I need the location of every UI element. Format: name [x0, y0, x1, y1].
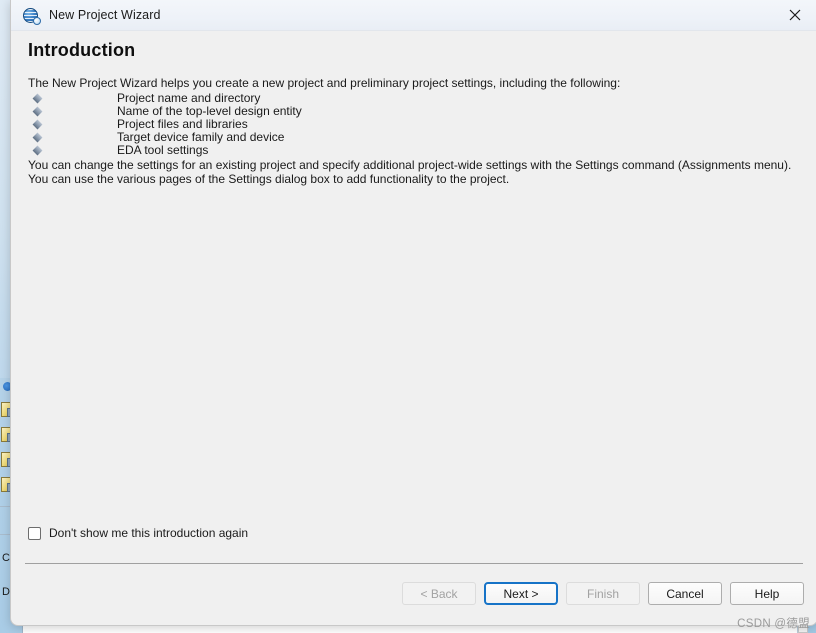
- diamond-bullet-icon: [32, 145, 43, 156]
- diamond-bullet-icon: [32, 106, 43, 117]
- dialog-titlebar[interactable]: New Project Wizard: [11, 0, 816, 31]
- dialog-title: New Project Wizard: [49, 8, 161, 22]
- list-item: Name of the top-level design entity: [28, 105, 528, 118]
- diamond-bullet-icon: [32, 132, 43, 143]
- close-icon[interactable]: [772, 0, 816, 30]
- intro-paragraph: The New Project Wizard helps you create …: [28, 76, 621, 90]
- dont-show-again-checkbox[interactable]: [28, 526, 41, 540]
- dont-show-again-row[interactable]: Don't show me this introduction again: [28, 526, 248, 540]
- quartus-globe-icon: [23, 7, 41, 25]
- list-item: Target device family and device: [28, 131, 528, 144]
- help-button[interactable]: Help: [730, 582, 804, 605]
- settings-paragraph: You can change the settings for an exist…: [28, 158, 792, 186]
- list-item-label: EDA tool settings: [117, 143, 209, 157]
- diamond-bullet-icon: [32, 119, 43, 130]
- cancel-button[interactable]: Cancel: [648, 582, 722, 605]
- diamond-bullet-icon: [32, 93, 43, 104]
- dont-show-again-label: Don't show me this introduction again: [49, 526, 249, 540]
- page-title: Introduction: [28, 40, 136, 60]
- next-button[interactable]: Next >: [484, 582, 558, 605]
- screen: Cl Do New Project Wizard Introd: [0, 0, 816, 633]
- back-button[interactable]: < Back: [402, 582, 476, 605]
- list-item: EDA tool settings: [28, 144, 528, 157]
- finish-button[interactable]: Finish: [566, 582, 640, 605]
- feature-bullet-list: Project name and directory Name of the t…: [28, 92, 528, 157]
- watermark: CSDN @德盟: [737, 618, 810, 630]
- dialog-content: Introduction The New Project Wizard help…: [11, 31, 816, 625]
- footer-divider: [25, 563, 803, 564]
- dialog-button-row: < Back Next > Finish Cancel Help: [402, 582, 804, 605]
- new-project-wizard-dialog: New Project Wizard Introduction The New …: [10, 0, 816, 626]
